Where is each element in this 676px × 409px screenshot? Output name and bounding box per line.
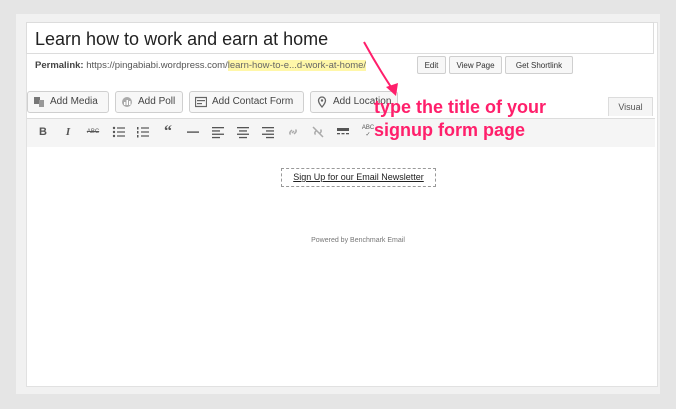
permalink-base: https://pingabiabi.wordpress.com/ [86,60,228,71]
tab-visual[interactable]: Visual [608,97,653,116]
location-pin-icon [317,96,327,108]
add-contact-form-label: Add Contact Form [212,96,294,107]
bold-icon[interactable]: B [36,125,50,139]
numbered-list-icon[interactable] [136,125,150,139]
permalink-slug[interactable]: learn-how-to-e...d-work-at-home/ [227,60,367,71]
permalink-row: Permalink: https://pingabiabi.wordpress.… [35,56,367,78]
add-contact-form-button[interactable]: Add Contact Form [189,91,304,113]
add-media-label: Add Media [50,96,98,107]
post-title-input[interactable]: Learn how to work and earn at home [26,22,654,54]
signup-form-link[interactable]: Sign Up for our Email Newsletter [281,168,436,187]
align-center-icon[interactable] [236,125,250,139]
bullet-list-icon[interactable] [112,125,126,139]
add-poll-button[interactable]: Add Poll [115,91,183,113]
get-shortlink-button[interactable]: Get Shortlink [505,56,573,74]
unlink-icon[interactable] [311,125,325,139]
contact-form-icon [195,96,207,108]
add-media-icon [34,97,44,107]
read-more-icon[interactable] [336,125,350,139]
annotation-text: type the title of your signup form page [374,97,547,140]
blockquote-icon[interactable]: “ [161,124,175,140]
view-page-button[interactable]: View Page [449,56,502,74]
italic-icon[interactable]: I [61,125,75,139]
add-poll-label: Add Poll [138,96,176,107]
permalink-label: Permalink: [35,60,84,71]
horizontal-rule-icon[interactable] [186,125,200,139]
strikethrough-icon[interactable]: ABC [86,125,100,139]
annotation-arrow-icon [363,41,398,96]
spellcheck-icon[interactable]: ABC ✓ [361,125,375,139]
link-icon[interactable] [286,125,300,139]
align-left-icon[interactable] [211,125,225,139]
powered-by-text: Powered by Benchmark Email [311,237,405,244]
permalink-edit-button[interactable]: Edit [417,56,446,74]
poll-icon [122,97,132,107]
align-right-icon[interactable] [261,125,275,139]
add-media-button[interactable]: Add Media [27,91,109,113]
